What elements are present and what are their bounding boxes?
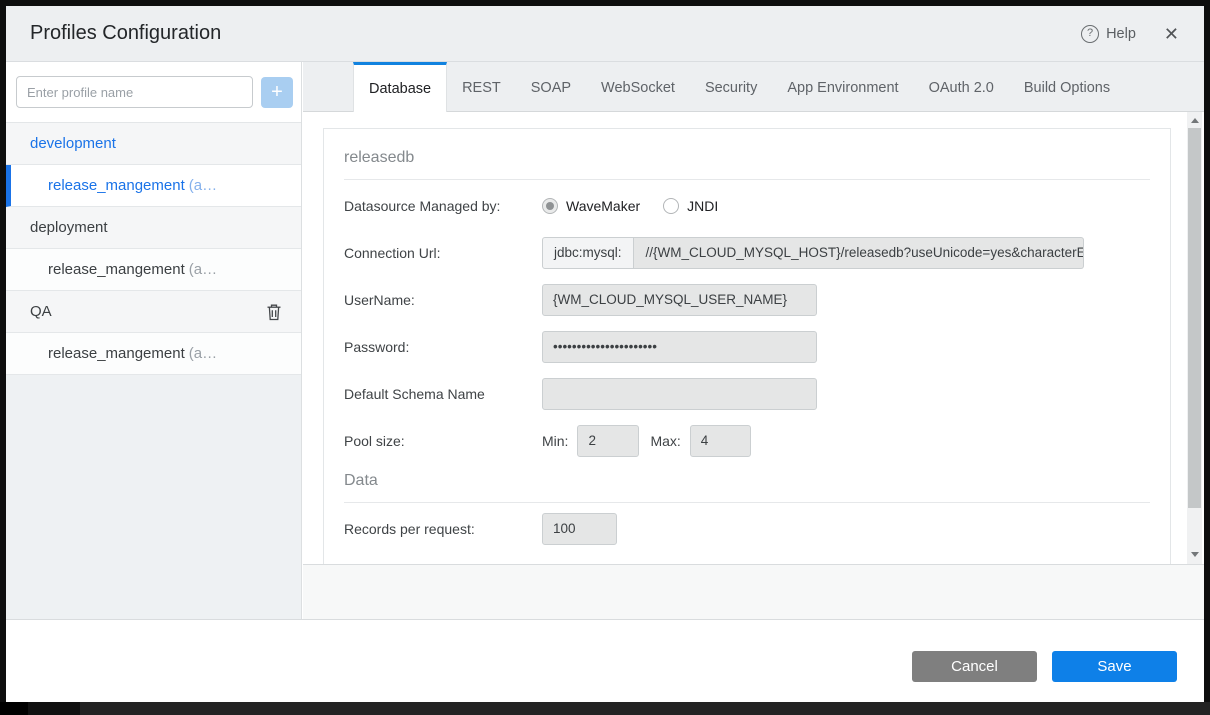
close-icon[interactable]: ✕ — [1164, 25, 1179, 43]
profile-name-input[interactable] — [16, 76, 253, 108]
radio-jndi-label: JNDI — [687, 198, 718, 214]
save-button[interactable]: Save — [1052, 651, 1177, 682]
password-field[interactable] — [542, 331, 817, 363]
default-schema-field[interactable] — [542, 378, 817, 410]
sidebar-item-development[interactable]: development — [6, 123, 301, 165]
password-label: Password: — [344, 339, 542, 355]
sidebar-item-release-mangement-deployment[interactable]: release_mangement (a… — [6, 249, 301, 291]
sidebar-item-label: release_mangement — [48, 345, 185, 362]
dialog-footer: Cancel Save — [6, 619, 1204, 702]
pool-min-field[interactable] — [577, 425, 639, 457]
cancel-button[interactable]: Cancel — [912, 651, 1037, 682]
tab-rest[interactable]: REST — [447, 62, 516, 111]
help-label: Help — [1106, 26, 1136, 42]
backdrop-bottom-strip — [0, 702, 1210, 715]
radio-wavemaker[interactable]: WaveMaker — [542, 198, 640, 214]
datasource-label: Datasource Managed by: — [344, 198, 542, 214]
sidebar-item-label: release_mangement — [48, 177, 185, 194]
sidebar-item-qa[interactable]: QA — [6, 291, 301, 333]
tab-database[interactable]: Database — [353, 62, 447, 112]
add-profile-button[interactable]: + — [261, 77, 293, 108]
sidebar-item-suffix: (a… — [189, 345, 217, 362]
schema-label: Default Schema Name — [344, 386, 542, 402]
password-row: Password: — [344, 323, 1150, 370]
config-tabbar: Database REST SOAP WebSocket Security Ap… — [303, 62, 1204, 112]
username-label: UserName: — [344, 292, 542, 308]
records-row: Records per request: — [344, 505, 1150, 552]
records-per-request-field[interactable] — [542, 513, 617, 545]
sidebar-item-label: QA — [30, 303, 52, 320]
tab-build-options[interactable]: Build Options — [1009, 62, 1125, 111]
dialog-header: Profiles Configuration ? Help ✕ — [6, 6, 1204, 62]
profile-detail-panel: Database REST SOAP WebSocket Security Ap… — [303, 62, 1204, 619]
data-section-title: Data — [344, 472, 1150, 490]
sidebar-item-release-mangement-selected[interactable]: release_mangement (a… — [6, 165, 301, 207]
sidebar-item-suffix: (a… — [189, 177, 217, 194]
sidebar-item-label: deployment — [30, 219, 108, 236]
connection-url-row: Connection Url: jdbc:mysql: //{WM_CLOUD_… — [344, 229, 1150, 276]
records-label: Records per request: — [344, 521, 542, 537]
username-row: UserName: — [344, 276, 1150, 323]
username-field[interactable] — [542, 284, 817, 316]
tab-security[interactable]: Security — [690, 62, 772, 111]
sidebar-item-label: release_mangement — [48, 261, 185, 278]
db-section-title: releasedb — [344, 149, 1150, 167]
dialog-body: + development release_mangement (a… depl… — [6, 62, 1204, 619]
dialog-title: Profiles Configuration — [30, 22, 221, 45]
profiles-sidebar: + development release_mangement (a… depl… — [6, 62, 302, 619]
tab-websocket[interactable]: WebSocket — [586, 62, 690, 111]
profiles-configuration-dialog: Profiles Configuration ? Help ✕ + develo… — [6, 6, 1204, 702]
sidebar-item-release-mangement-qa[interactable]: release_mangement (a… — [6, 333, 301, 375]
profile-create-row: + — [6, 62, 301, 123]
sidebar-item-deployment[interactable]: deployment — [6, 207, 301, 249]
sidebar-item-label: development — [30, 135, 116, 152]
database-tab-content: releasedb Datasource Managed by: WaveMak… — [303, 112, 1204, 565]
tab-soap[interactable]: SOAP — [516, 62, 586, 111]
delete-profile-icon[interactable] — [266, 303, 282, 321]
help-button[interactable]: ? Help — [1081, 25, 1136, 43]
tab-app-environment[interactable]: App Environment — [772, 62, 913, 111]
connection-url-group: jdbc:mysql: //{WM_CLOUD_MYSQL_HOST}/rele… — [542, 237, 1084, 269]
pool-size-row: Pool size: Min: Max: — [344, 417, 1150, 464]
tab-oauth[interactable]: OAuth 2.0 — [914, 62, 1009, 111]
pool-max-field[interactable] — [690, 425, 751, 457]
radio-jndi-icon — [663, 198, 679, 214]
pool-min-label: Min: — [542, 433, 568, 449]
radio-wavemaker-label: WaveMaker — [566, 198, 640, 214]
vertical-scrollbar[interactable] — [1187, 112, 1202, 564]
section-divider — [344, 502, 1150, 503]
connection-url-prefix: jdbc:mysql: — [542, 237, 634, 269]
pool-max-label: Max: — [650, 433, 680, 449]
scroll-down-arrow-icon[interactable] — [1187, 547, 1202, 562]
radio-jndi[interactable]: JNDI — [663, 198, 718, 214]
releasedb-form: releasedb Datasource Managed by: WaveMak… — [323, 128, 1171, 565]
sidebar-item-suffix: (a… — [189, 261, 217, 278]
connection-url-label: Connection Url: — [344, 245, 542, 261]
help-icon: ? — [1081, 25, 1099, 43]
datasource-row: Datasource Managed by: WaveMaker JNDI — [344, 182, 1150, 229]
schema-row: Default Schema Name — [344, 370, 1150, 417]
scrollbar-thumb[interactable] — [1188, 128, 1201, 508]
connection-url-value[interactable]: //{WM_CLOUD_MYSQL_HOST}/releasedb?useUni… — [634, 237, 1084, 269]
datasource-radio-group: WaveMaker JNDI — [542, 198, 718, 214]
pool-size-label: Pool size: — [344, 433, 542, 449]
scroll-up-arrow-icon[interactable] — [1187, 113, 1202, 128]
header-actions: ? Help ✕ — [1081, 25, 1179, 43]
section-divider — [344, 179, 1150, 180]
radio-wavemaker-icon — [542, 198, 558, 214]
